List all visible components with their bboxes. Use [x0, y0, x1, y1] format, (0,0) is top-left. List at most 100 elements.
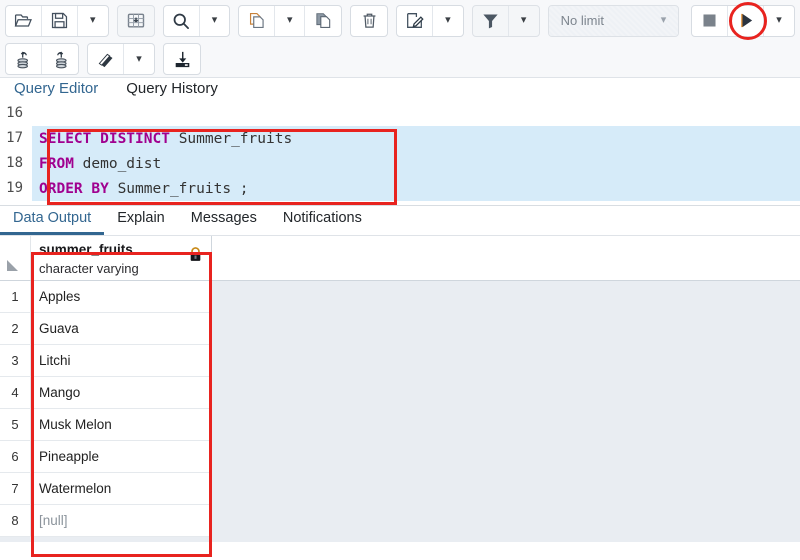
row-number[interactable]: 4 — [0, 377, 31, 409]
row-filler — [212, 281, 800, 313]
sql-editor[interactable]: 16 17 SELECT DISTINCT Summer_fruits 18 FROM … — [0, 101, 800, 206]
open-file-button[interactable] — [6, 5, 42, 36]
pencil-square-icon — [407, 13, 424, 28]
tab-messages[interactable]: Messages — [178, 206, 270, 235]
row-number[interactable]: 1 — [0, 281, 31, 313]
line-number: 17 — [0, 126, 32, 151]
editor-line[interactable]: 19 ORDER BY Summer_fruits ; — [0, 176, 800, 201]
chevron-down-icon — [776, 15, 782, 26]
edit-query-button[interactable] — [397, 5, 433, 36]
find-options-dropdown[interactable] — [200, 6, 230, 36]
tab-notifications[interactable]: Notifications — [270, 206, 375, 235]
stop-query-button[interactable] — [692, 5, 729, 36]
secondary-toolbar — [0, 41, 800, 78]
search-icon — [173, 13, 190, 29]
cell-summer-fruits[interactable]: Watermelon — [31, 473, 212, 505]
rollback-button[interactable] — [42, 44, 78, 74]
copy-button[interactable] — [239, 5, 276, 36]
clear-query-button[interactable] — [88, 44, 124, 74]
table-row[interactable]: 7 Watermelon — [0, 473, 800, 505]
column-name: summer_fruits — [39, 242, 133, 257]
copy-options-dropdown[interactable] — [275, 5, 306, 36]
table-row[interactable]: 1 Apples — [0, 281, 800, 313]
clipboard-group — [238, 4, 343, 37]
save-file-button[interactable] — [42, 5, 78, 36]
edit-grid-button[interactable] — [118, 6, 154, 36]
table-row[interactable]: 4 Mango — [0, 377, 800, 409]
file-group — [5, 4, 109, 37]
clear-options-dropdown[interactable] — [124, 44, 154, 74]
table-row[interactable]: 8 [null] — [0, 505, 800, 537]
execute-query-button[interactable] — [728, 5, 765, 36]
cell-summer-fruits[interactable]: Guava — [31, 313, 212, 345]
sql-keyword: SELECT DISTINCT — [39, 130, 179, 147]
filter-group — [471, 4, 540, 37]
execute-options-dropdown[interactable] — [764, 6, 794, 36]
line-number: 16 — [0, 101, 32, 126]
cell-summer-fruits[interactable]: Litchi — [31, 345, 212, 377]
chevron-down-icon — [661, 15, 667, 26]
funnel-icon — [483, 14, 498, 29]
open-folder-icon — [14, 14, 32, 27]
delete-group — [350, 4, 389, 37]
cell-summer-fruits[interactable]: Apples — [31, 281, 212, 313]
row-number[interactable]: 5 — [0, 409, 31, 441]
grid-header-filler — [212, 236, 800, 280]
copy-icon — [250, 12, 265, 29]
row-filler — [212, 441, 800, 473]
download-icon — [175, 51, 189, 67]
lock-icon — [189, 247, 202, 262]
grid-header-row: summer_fruits character varying — [0, 236, 800, 281]
row-number[interactable]: 3 — [0, 345, 31, 377]
cell-summer-fruits[interactable]: Mango — [31, 377, 212, 409]
cell-summer-fruits[interactable]: Pineapple — [31, 441, 212, 473]
row-limit-select[interactable]: No limit — [548, 5, 679, 36]
chevron-down-icon — [521, 15, 527, 26]
edit-query-dropdown[interactable] — [433, 6, 463, 36]
editor-line[interactable]: 18 FROM demo_dist — [0, 151, 800, 176]
paste-button[interactable] — [305, 6, 341, 36]
sql-identifier: Summer_fruits — [178, 130, 293, 147]
column-header-summer-fruits[interactable]: summer_fruits character varying — [31, 236, 212, 280]
table-row[interactable]: 3 Litchi — [0, 345, 800, 377]
row-number[interactable]: 6 — [0, 441, 31, 473]
row-number[interactable]: 8 — [0, 505, 31, 537]
play-triangle-icon — [741, 13, 753, 28]
editor-line[interactable]: 17 SELECT DISTINCT Summer_fruits — [0, 126, 800, 151]
grid-body: 1 Apples 2 Guava 3 Litchi 4 Mango 5 Musk Melon 6 Pi… — [0, 281, 800, 537]
table-row[interactable]: 2 Guava — [0, 313, 800, 345]
filter-button[interactable] — [473, 5, 509, 36]
cell-summer-fruits[interactable]: Musk Melon — [31, 409, 212, 441]
trash-icon — [363, 13, 376, 28]
row-filler — [212, 409, 800, 441]
clear-group — [87, 43, 155, 75]
execute-group — [691, 4, 795, 37]
line-code: FROM demo_dist — [32, 156, 161, 172]
chevron-down-icon — [136, 54, 142, 65]
chevron-down-icon — [287, 15, 293, 26]
row-limit-label: No limit — [560, 13, 604, 28]
save-options-dropdown[interactable] — [78, 6, 108, 36]
row-filler — [212, 377, 800, 409]
sql-keyword: FROM — [39, 155, 83, 172]
transaction-group — [5, 43, 79, 75]
download-results-button[interactable] — [164, 44, 200, 74]
grid-edit-icon — [127, 13, 144, 28]
cell-summer-fruits[interactable]: [null] — [31, 505, 212, 537]
commit-database-icon — [17, 51, 29, 68]
tab-explain[interactable]: Explain — [104, 206, 178, 235]
find-button[interactable] — [164, 5, 200, 36]
delete-row-button[interactable] — [351, 6, 387, 36]
tab-data-output[interactable]: Data Output — [0, 206, 105, 235]
select-all-corner[interactable] — [0, 236, 31, 280]
table-row[interactable]: 5 Musk Melon — [0, 409, 800, 441]
editor-line[interactable]: 16 — [0, 101, 800, 126]
line-code: ORDER BY Summer_fruits ; — [32, 181, 249, 197]
eraser-icon — [98, 53, 112, 68]
row-number[interactable]: 7 — [0, 473, 31, 505]
row-number[interactable]: 2 — [0, 313, 31, 345]
table-row[interactable]: 6 Pineapple — [0, 441, 800, 473]
commit-button[interactable] — [6, 44, 42, 74]
filter-options-dropdown[interactable] — [509, 6, 539, 36]
stop-square-icon — [703, 14, 716, 27]
